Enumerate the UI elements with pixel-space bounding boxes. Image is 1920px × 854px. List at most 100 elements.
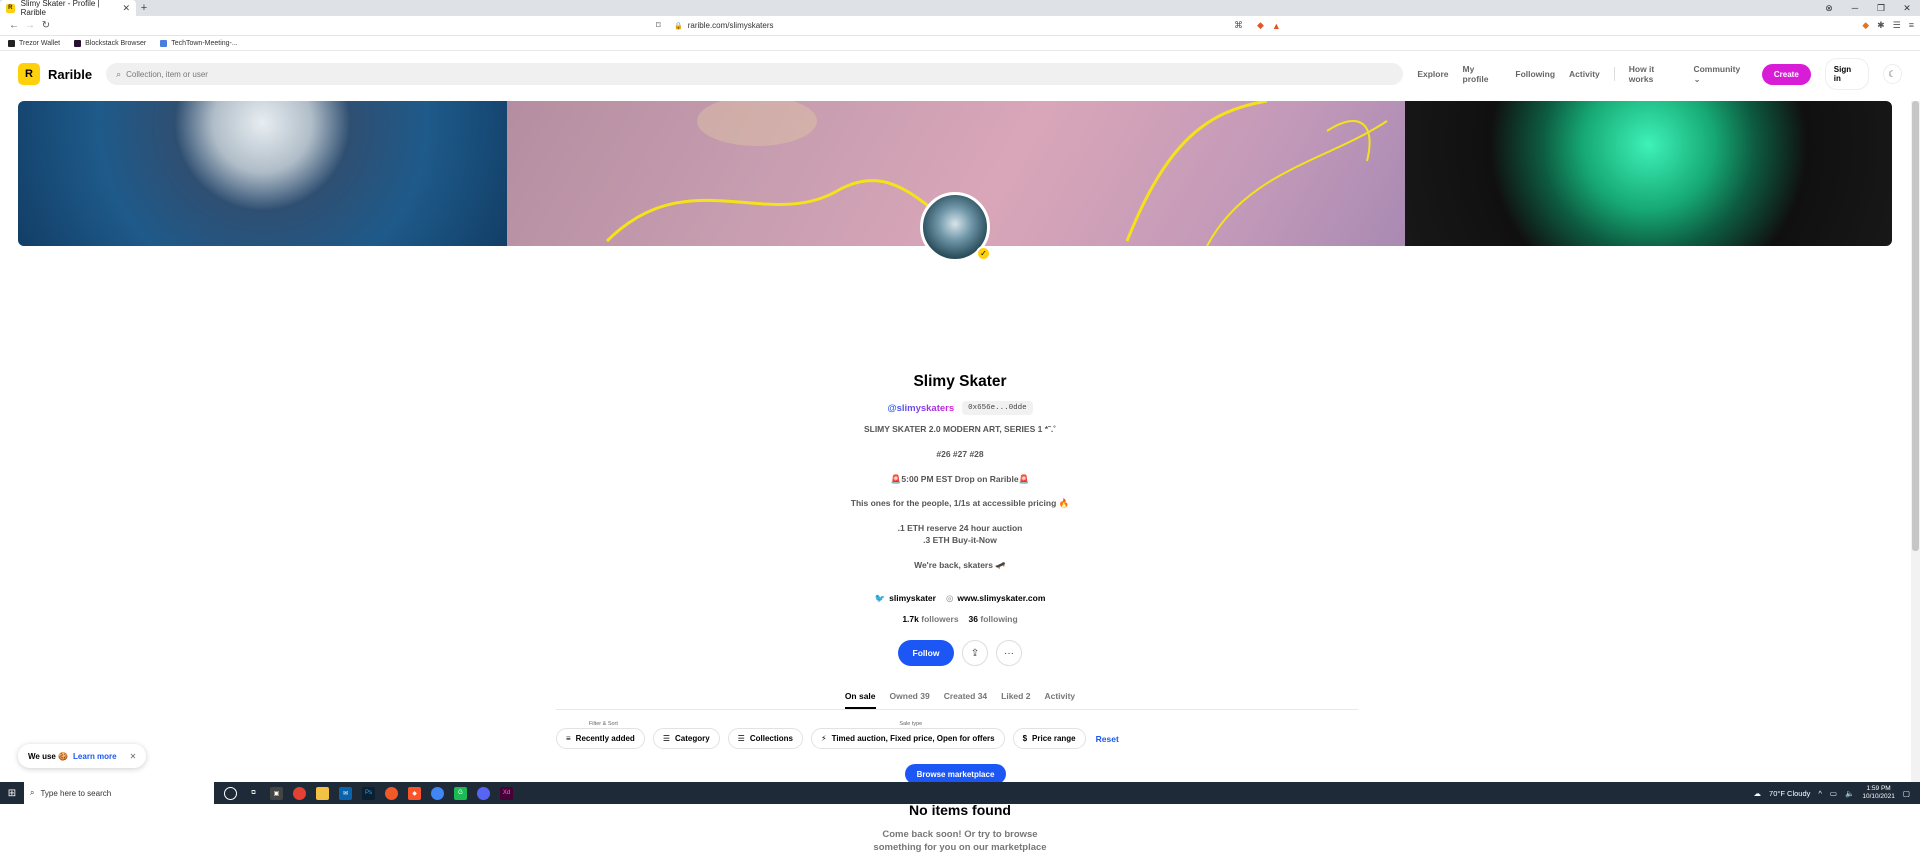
tab-created[interactable]: Created 34 xyxy=(944,691,987,709)
browse-marketplace-button[interactable]: Browse marketplace xyxy=(905,764,1006,784)
bookmark-trezor[interactable]: Trezor Wallet xyxy=(8,39,60,47)
chrome-alt-icon[interactable] xyxy=(431,786,444,800)
reading-list-icon[interactable]: ☰ xyxy=(1893,20,1901,31)
cover-segment-blue-sphere xyxy=(18,101,507,246)
system-tray: ☁ 70°F Cloudy ^ ▭ 🔈 1:59 PM 10/10/2021 ▢ xyxy=(1754,785,1920,801)
category-filter[interactable]: ☰ Category xyxy=(652,728,720,749)
bookmark-blockstack[interactable]: Blockstack Browser xyxy=(74,39,146,47)
dollar-icon: $ xyxy=(1022,734,1028,743)
profile-actions: Follow ⇪ ··· xyxy=(0,640,1920,666)
website-link[interactable]: ◎ www.slimyskater.com xyxy=(946,593,1045,604)
notifications-icon[interactable]: ▢ xyxy=(1903,789,1910,798)
discord-icon[interactable] xyxy=(477,786,490,800)
rarible-favicon: R xyxy=(6,3,15,13)
url-text: rarible.com/slimyskaters xyxy=(687,21,774,30)
blockstack-icon xyxy=(74,39,82,47)
bio-line: #26 #27 #28 xyxy=(936,449,984,459)
site-header: R Rarible ⌕ Collection, item or user Exp… xyxy=(0,51,1920,97)
weather-icon[interactable]: ☁ xyxy=(1754,789,1762,798)
brand-name: Rarible xyxy=(48,66,93,82)
nav-how-it-works[interactable]: How it works xyxy=(1629,64,1680,84)
nav-community[interactable]: Community ⌄ xyxy=(1693,64,1747,85)
volume-icon[interactable]: 🔈 xyxy=(1845,789,1854,798)
verified-check-icon: ✓ xyxy=(976,246,991,261)
window-controls: ⊗ ─ ❐ ✕ xyxy=(1816,0,1920,16)
collections-filter[interactable]: ☰ Collections xyxy=(727,728,803,749)
extensions-area: ◆ ✱ ☰ ≡ xyxy=(1862,20,1914,31)
store-icon[interactable]: ▣ xyxy=(270,786,283,800)
reset-filters-button[interactable]: Reset xyxy=(1096,734,1119,749)
profile-links: 🐦 slimyskater ◎ www.slimyskater.com xyxy=(0,593,1920,604)
sort-dropdown[interactable]: ≡ Recently added xyxy=(556,728,645,749)
tab-owned[interactable]: Owned 39 xyxy=(890,691,930,709)
tray-chevron-icon[interactable]: ^ xyxy=(1818,789,1822,798)
nav-explore[interactable]: Explore xyxy=(1417,69,1448,79)
app-icon[interactable]: G xyxy=(454,786,467,800)
chrome-icon[interactable] xyxy=(293,786,306,800)
dark-mode-icon[interactable]: ☾ xyxy=(1882,64,1902,84)
bookmark-techtown[interactable]: TechTown-Meeting-... xyxy=(160,39,238,47)
sale-type-dropdown[interactable]: ⚡ Timed auction, Fixed price, Open for of… xyxy=(810,728,1005,749)
empty-state-title: No items found xyxy=(909,802,1011,818)
clock[interactable]: 1:59 PM 10/10/2021 xyxy=(1862,785,1895,801)
cookie-banner: We use 🍪 Learn more ✕ xyxy=(18,744,147,768)
scrollbar-thumb[interactable] xyxy=(1912,101,1919,551)
followers-stat[interactable]: 1.7k followers xyxy=(902,614,958,624)
rarible-logo-icon: R xyxy=(18,63,40,85)
bio-line: This ones for the people, 1/1s at access… xyxy=(850,498,1070,508)
search-icon: ⌕ xyxy=(116,68,122,79)
close-window-icon[interactable]: ✕ xyxy=(1894,3,1920,14)
price-range-filter[interactable]: $ Price range xyxy=(1012,728,1086,749)
sign-in-button[interactable]: Sign in xyxy=(1824,58,1869,90)
extensions-icon[interactable]: ✱ xyxy=(1877,20,1885,31)
url-field[interactable]: ⌑ 🔒 rarible.com/slimyskaters xyxy=(656,18,1274,34)
search-input[interactable]: ⌕ Collection, item or user xyxy=(106,63,1404,85)
brave-rewards-icon[interactable]: ⊗ xyxy=(1816,3,1842,14)
main-nav: Explore My profile Following Activity Ho… xyxy=(1417,58,1902,90)
photoshop-icon[interactable]: Ps xyxy=(362,786,375,800)
nav-activity[interactable]: Activity xyxy=(1569,69,1600,79)
following-stat[interactable]: 36 following xyxy=(969,614,1018,624)
task-view-icon[interactable]: ⧉ xyxy=(247,787,260,800)
twitter-link[interactable]: 🐦 slimyskater xyxy=(875,593,936,604)
share-button[interactable]: ⇪ xyxy=(962,640,988,666)
taskbar-search-input[interactable]: ⌕ Type here to search xyxy=(24,782,214,804)
browser-tab[interactable]: R Slimy Skater - Profile | Rarible ✕ xyxy=(0,0,136,17)
adobe-xd-icon[interactable]: Xd xyxy=(500,786,513,800)
wallet-address[interactable]: 0x656e...0dde xyxy=(962,401,1033,415)
menu-icon[interactable]: ≡ xyxy=(1909,20,1914,31)
maximize-icon[interactable]: ❐ xyxy=(1868,3,1894,14)
nav-my-profile[interactable]: My profile xyxy=(1463,64,1502,84)
rarible-logo[interactable]: R Rarible xyxy=(18,63,92,85)
metamask-icon[interactable]: ◆ xyxy=(1862,20,1869,31)
follow-stats: 1.7k followers 36 following xyxy=(0,614,1920,624)
close-icon[interactable]: ✕ xyxy=(130,752,137,761)
forward-icon[interactable]: → xyxy=(22,20,38,31)
nav-following[interactable]: Following xyxy=(1515,69,1555,79)
file-explorer-icon[interactable] xyxy=(316,786,329,800)
filter-bar: Filter & Sort ≡ Recently added ☰ Category … xyxy=(556,721,1119,749)
back-icon[interactable]: ← xyxy=(6,20,22,31)
cortana-icon[interactable] xyxy=(224,786,237,800)
create-button[interactable]: Create xyxy=(1761,63,1811,85)
chevron-down-icon: ⌄ xyxy=(1693,73,1701,84)
nav-divider xyxy=(1613,67,1615,81)
tab-activity[interactable]: Activity xyxy=(1044,691,1075,709)
close-tab-icon[interactable]: ✕ xyxy=(122,3,130,14)
bookmark-icon[interactable]: ⌑ xyxy=(656,20,661,31)
new-tab-button[interactable]: + xyxy=(136,0,152,16)
profile-handles: @slimyskaters 0x656e...0dde xyxy=(0,401,1920,415)
windows-start-icon[interactable]: ⊞ xyxy=(0,782,24,804)
tab-on-sale[interactable]: On sale xyxy=(844,691,876,709)
weather-text[interactable]: 70°F Cloudy xyxy=(1769,789,1810,798)
more-options-button[interactable]: ··· xyxy=(996,640,1022,666)
brave-icon[interactable]: ◆ xyxy=(408,786,421,800)
network-icon[interactable]: ▭ xyxy=(1830,789,1837,798)
learn-more-link[interactable]: Learn more xyxy=(73,752,117,761)
reload-icon[interactable]: ↻ xyxy=(38,20,54,31)
mail-icon[interactable]: ✉ xyxy=(339,786,352,800)
follow-button[interactable]: Follow xyxy=(898,640,954,666)
minimize-icon[interactable]: ─ xyxy=(1842,3,1868,13)
firefox-icon[interactable] xyxy=(385,786,398,800)
tab-liked[interactable]: Liked 2 xyxy=(1001,691,1030,709)
